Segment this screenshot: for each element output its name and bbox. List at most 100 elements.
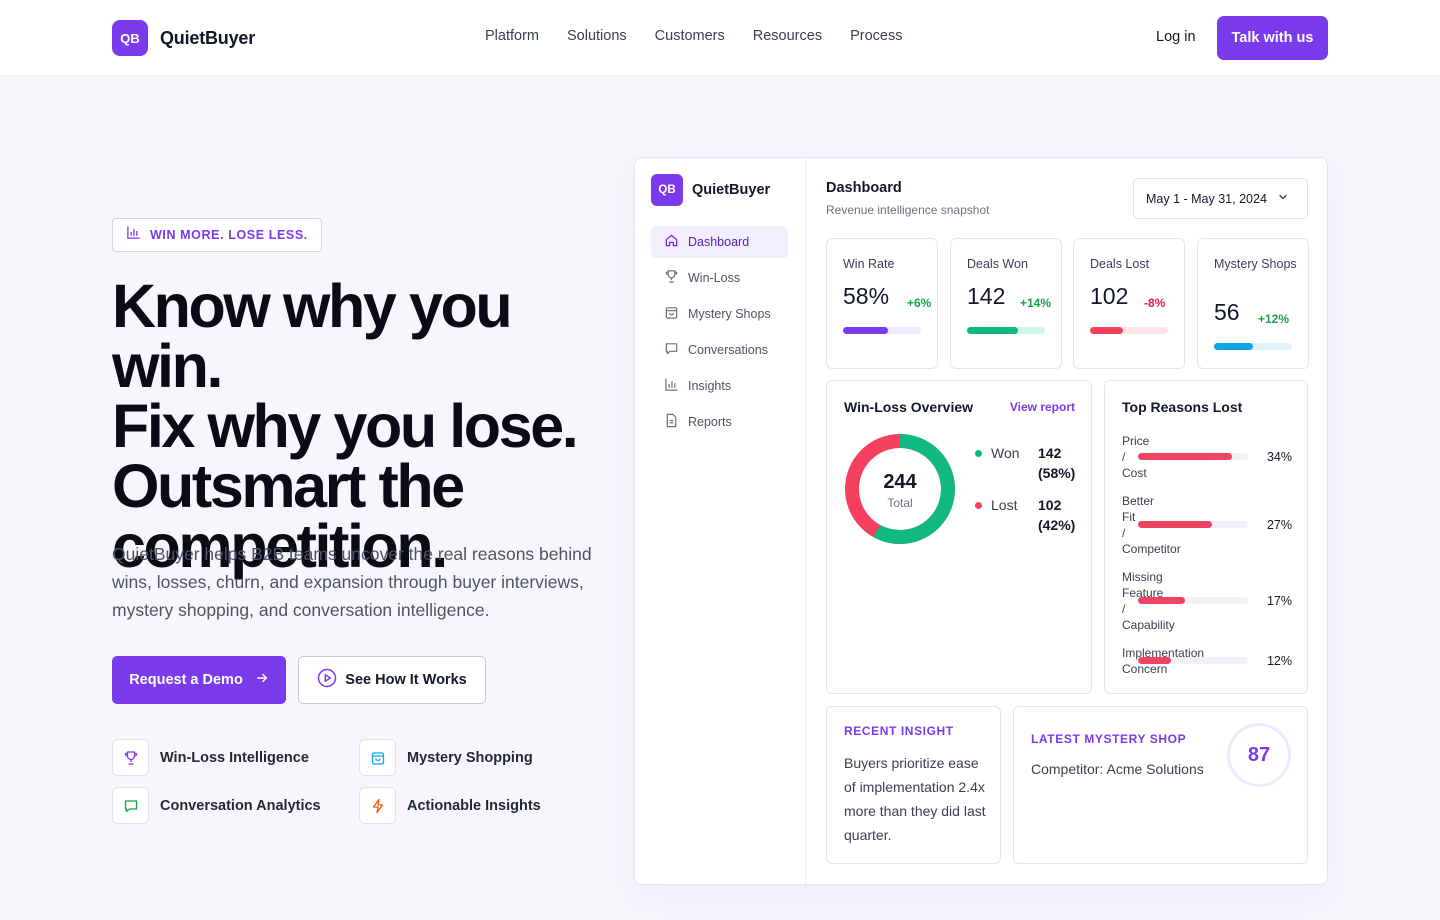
- feature-label: Conversation Analytics: [160, 797, 321, 814]
- panel-title: Top Reasons Lost: [1122, 399, 1243, 415]
- see-how-it-works-label: See How It Works: [345, 672, 467, 688]
- headline-line: Know why you win.: [112, 272, 513, 400]
- shopping-bag-icon: [359, 739, 396, 776]
- view-report-link[interactable]: View report: [1010, 400, 1075, 414]
- sidebar-item-label: Dashboard: [688, 235, 750, 249]
- kpi-card-mystery-shops[interactable]: Mystery Shops 56 +12%: [1197, 238, 1309, 369]
- donut-total-value: 244: [883, 471, 917, 493]
- reason-bar: [1138, 657, 1248, 664]
- home-icon: [664, 233, 679, 251]
- lightning-icon: [359, 787, 396, 824]
- legend-dot-won: [975, 450, 982, 457]
- kpi-delta: +12%: [1258, 312, 1290, 326]
- reason-label: Implementation Concern: [1122, 646, 1205, 676]
- kpi-progress-bar: [1214, 343, 1292, 350]
- sidebar-item-label: Reports: [688, 415, 732, 429]
- reason-percent: 27%: [1266, 518, 1292, 532]
- kpi-label: Deals Lost: [1090, 257, 1150, 271]
- bar-chart-icon: [126, 225, 141, 245]
- nav-resources[interactable]: Resources: [753, 28, 822, 44]
- panel-title: Win-Loss Overview: [844, 399, 974, 415]
- date-range-picker[interactable]: May 1 - May 31, 2024: [1133, 178, 1308, 219]
- nav-solutions[interactable]: Solutions: [567, 28, 627, 44]
- document-icon: [664, 413, 679, 431]
- arrow-right-icon: [255, 671, 269, 689]
- logo[interactable]: QB QuietBuyer: [112, 20, 255, 56]
- legend-value: 142 (58%): [1038, 443, 1075, 483]
- badge-text: WIN MORE. LOSE LESS.: [150, 228, 308, 242]
- hero-subtext: QuietBuyer helps B2B teams uncover the r…: [112, 544, 592, 620]
- reason-bar-fill: [1138, 521, 1213, 528]
- top-reasons-lost-panel: Top Reasons Lost Price / Cost 34% Better…: [1104, 380, 1308, 694]
- sidebar-item-mystery-shops[interactable]: Mystery Shops: [651, 298, 788, 330]
- trophy-icon: [664, 269, 679, 287]
- kpi-label: Mystery Shops: [1214, 257, 1297, 271]
- reason-bar: [1138, 453, 1248, 460]
- legend-label: Lost: [991, 497, 1018, 513]
- feature-mystery-shopping: Mystery Shopping: [359, 739, 533, 776]
- main-nav: Platform Solutions Customers Resources P…: [485, 28, 902, 44]
- reason-percent: 17%: [1266, 594, 1292, 608]
- kpi-delta: +6%: [907, 296, 932, 310]
- nav-customers[interactable]: Customers: [655, 28, 725, 44]
- sidebar-item-dashboard[interactable]: Dashboard: [651, 226, 788, 258]
- feature-label: Win-Loss Intelligence: [160, 749, 309, 766]
- sidebar-item-conversations[interactable]: Conversations: [651, 334, 788, 366]
- reason-bar-fill: [1138, 597, 1185, 604]
- legend-lost: Lost 102 (42%): [975, 495, 1075, 535]
- request-demo-button[interactable]: Request a Demo: [112, 656, 286, 704]
- feature-label: Actionable Insights: [407, 797, 541, 814]
- reason-percent: 12%: [1266, 654, 1292, 668]
- kpi-label: Deals Won: [967, 257, 1028, 271]
- nav-process[interactable]: Process: [850, 28, 902, 44]
- feature-conversation-analytics: Conversation Analytics: [112, 787, 321, 824]
- headline-line: Fix why you lose.: [112, 392, 579, 460]
- dashboard-preview: QB QuietBuyer Dashboard Win-Loss Mystery…: [634, 157, 1328, 885]
- sidebar-item-reports[interactable]: Reports: [651, 406, 788, 438]
- trophy-icon: [112, 739, 149, 776]
- kpi-delta: -8%: [1144, 296, 1166, 310]
- kpi-card-deals-lost[interactable]: Deals Lost 102 -8%: [1073, 238, 1185, 369]
- sidebar-item-label: Win-Loss: [688, 271, 741, 285]
- dashboard-sidebar: QB QuietBuyer Dashboard Win-Loss Mystery…: [635, 158, 806, 884]
- legend-won: Won 142 (58%): [975, 443, 1075, 483]
- kpi-value: 142: [967, 283, 1006, 309]
- win-loss-overview-panel: Win-Loss Overview View report 244 Total …: [826, 380, 1092, 694]
- dashboard-logo-text: QuietBuyer: [692, 182, 771, 198]
- play-circle-icon: [317, 668, 337, 692]
- feature-actionable-insights: Actionable Insights: [359, 787, 541, 824]
- legend-value: 102 (42%): [1038, 495, 1075, 535]
- shopping-bag-icon: [664, 305, 679, 323]
- kpi-card-win-rate[interactable]: Win Rate 58% +6%: [826, 238, 938, 369]
- hero-headline: Know why you win. Fix why you lose. Outs…: [112, 272, 632, 577]
- kpi-card-deals-won[interactable]: Deals Won 142 +14%: [950, 238, 1062, 369]
- dashboard-logo: QB QuietBuyer: [651, 174, 770, 206]
- kpi-value: 102: [1090, 283, 1129, 309]
- latest-mystery-shop-card: LATEST MYSTERY SHOP Competitor: Acme Sol…: [1013, 706, 1308, 864]
- kpi-progress-bar: [1090, 327, 1168, 334]
- login-link[interactable]: Log in: [1156, 29, 1196, 45]
- kpi-label: Win Rate: [843, 257, 895, 271]
- reason-label: Missing Feature / Capability: [1122, 570, 1175, 632]
- kpi-progress-fill: [843, 327, 889, 334]
- sidebar-item-label: Insights: [688, 379, 732, 393]
- talk-with-us-button[interactable]: Talk with us: [1217, 16, 1328, 60]
- mystery-kicker: LATEST MYSTERY SHOP: [1031, 732, 1187, 746]
- logo-text: QuietBuyer: [160, 27, 256, 48]
- dashboard-title: Dashboard: [826, 180, 902, 196]
- legend-dot-lost: [975, 502, 982, 509]
- reason-label: Better Fit / Competitor: [1122, 494, 1181, 556]
- sidebar-item-insights[interactable]: Insights: [651, 370, 788, 402]
- bar-chart-icon: [664, 377, 679, 395]
- kpi-progress-fill: [1214, 343, 1253, 350]
- legend-percent: (58%): [1038, 465, 1076, 481]
- reason-bar-fill: [1138, 453, 1232, 460]
- kpi-progress-bar: [967, 327, 1045, 334]
- legend-percent: (42%): [1038, 517, 1076, 533]
- nav-platform[interactable]: Platform: [485, 28, 539, 44]
- reason-bar: [1138, 521, 1248, 528]
- chevron-down-icon: [1277, 191, 1289, 206]
- dashboard-nav: Dashboard Win-Loss Mystery Shops Convers…: [651, 226, 788, 442]
- sidebar-item-win-loss[interactable]: Win-Loss: [651, 262, 788, 294]
- see-how-it-works-button[interactable]: See How It Works: [298, 656, 486, 704]
